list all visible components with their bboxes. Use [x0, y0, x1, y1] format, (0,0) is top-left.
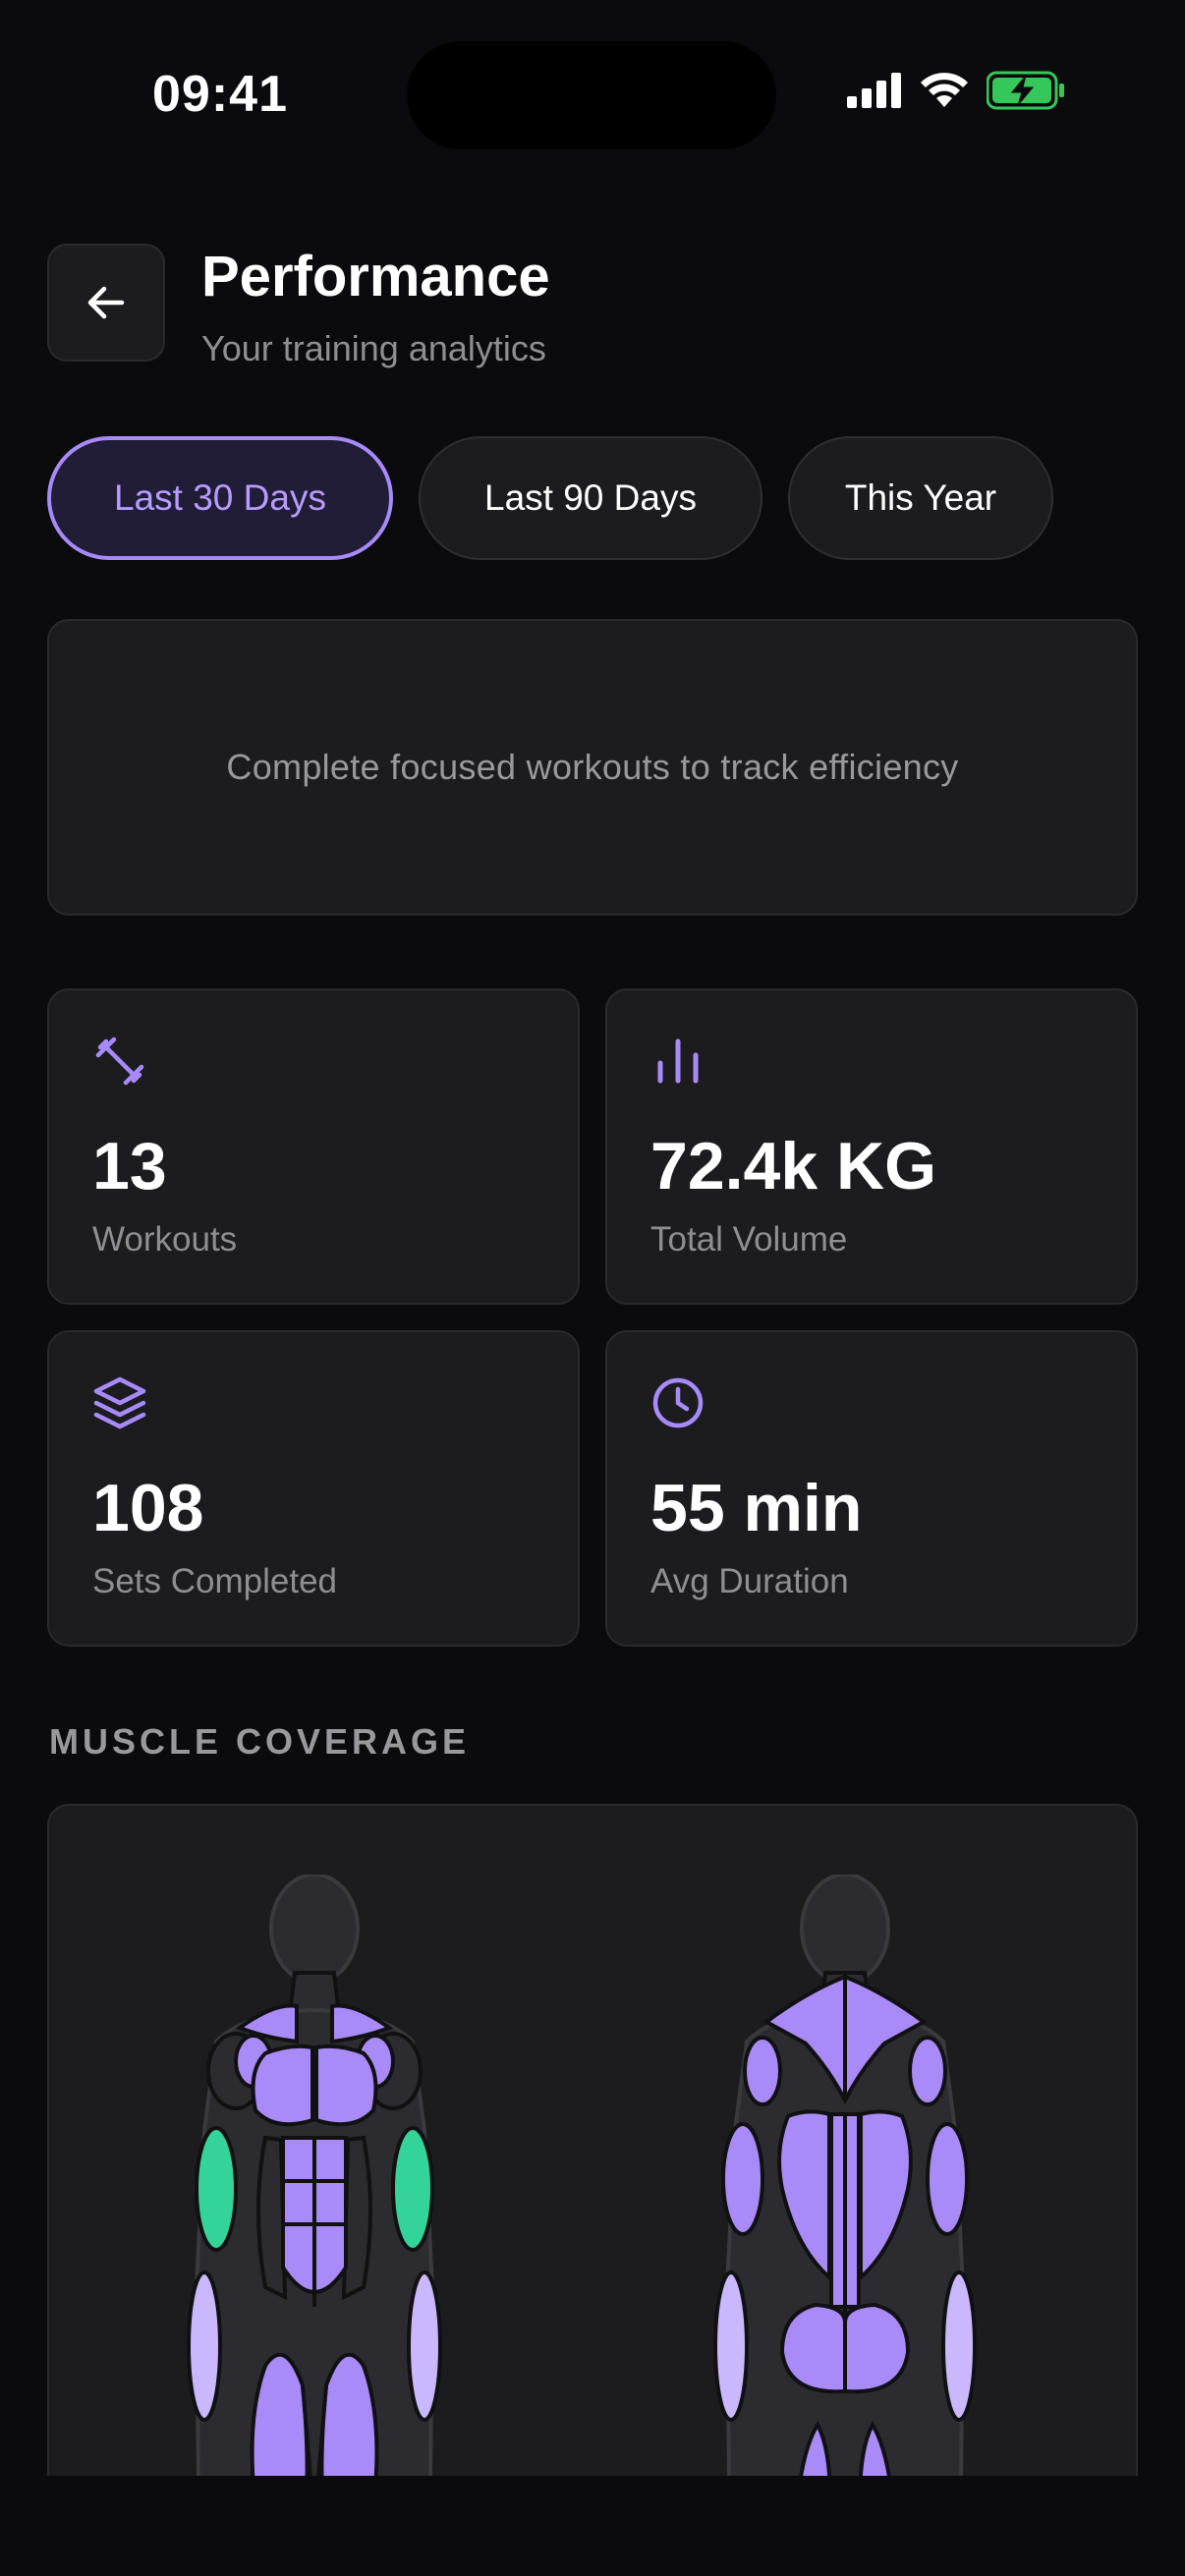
filter-last-30-days[interactable]: Last 30 Days [47, 436, 393, 560]
page-subtitle: Your training analytics [201, 328, 546, 368]
bar-chart-icon [657, 1038, 699, 1084]
stat-card-total-volume: 72.4k KG Total Volume [605, 988, 1138, 1305]
stat-label: Sets Completed [92, 1562, 338, 1600]
efficiency-card: Complete focused workouts to track effic… [47, 619, 1138, 916]
stat-card-workouts: 13 Workouts [47, 988, 580, 1305]
stat-label: Avg Duration [650, 1562, 849, 1600]
arrow-left-icon [87, 286, 125, 319]
page-header: Performance Your training analytics [47, 244, 1138, 391]
body-front-diagram [187, 1875, 442, 2511]
muscle-coverage-card [47, 1804, 1138, 2511]
stat-value: 108 [92, 1471, 204, 1545]
muscle-forearm-right [407, 2270, 442, 2422]
head [800, 1875, 890, 1985]
filter-last-90-days[interactable]: Last 90 Days [419, 436, 762, 560]
status-time: 09:41 [152, 66, 288, 123]
battery-charging-icon [987, 71, 1064, 110]
dynamic-island [407, 41, 776, 149]
signal-icon [847, 73, 901, 108]
stat-value: 55 min [650, 1471, 863, 1545]
dumbbell-icon [95, 1036, 144, 1086]
back-button[interactable] [47, 244, 165, 362]
muscle-chest-right [314, 2044, 378, 2127]
stat-card-sets-completed: 108 Sets Completed [47, 1330, 580, 1647]
muscle-chest-left [251, 2044, 314, 2127]
muscle-bicep-left [195, 2126, 238, 2252]
body-back-diagram [713, 1875, 977, 2511]
muscle-tricep-left [721, 2122, 764, 2236]
stat-label: Workouts [92, 1220, 238, 1259]
status-icons [847, 71, 1065, 110]
layers-icon [93, 1376, 146, 1429]
muscle-bicep-right [391, 2126, 434, 2252]
filter-this-year[interactable]: This Year [788, 436, 1053, 560]
bottom-safe-area [0, 2476, 1185, 2576]
clock-icon [652, 1377, 704, 1428]
stat-label: Total Volume [650, 1220, 848, 1259]
page-title: Performance [201, 245, 550, 308]
stat-value: 13 [92, 1129, 167, 1204]
stat-value: 72.4k KG [650, 1129, 937, 1204]
muscle-tricep-right [926, 2122, 969, 2236]
status-bar: 09:41 [0, 0, 1185, 187]
wifi-icon [921, 73, 968, 107]
head [269, 1875, 360, 1985]
muscle-forearm-left [187, 2270, 222, 2422]
stat-card-avg-duration: 55 min Avg Duration [605, 1330, 1138, 1647]
section-title-muscle-coverage: MUSCLE COVERAGE [49, 1721, 471, 1762]
